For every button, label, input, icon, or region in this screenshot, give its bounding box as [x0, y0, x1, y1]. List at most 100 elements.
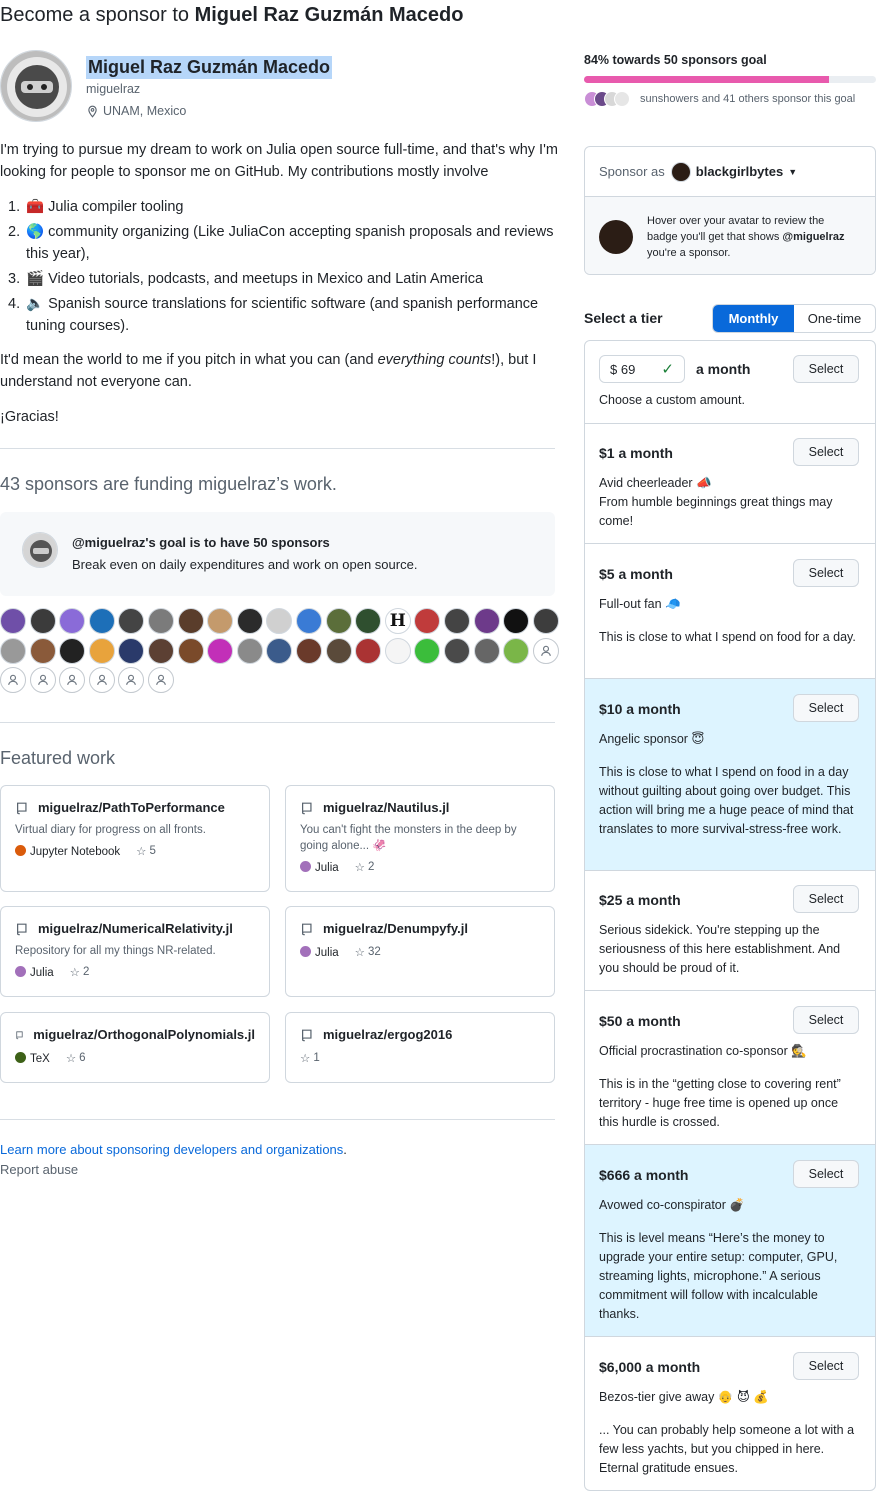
- repo-description: Repository for all my things NR-related.: [15, 945, 216, 957]
- sponsor-avatar[interactable]: [355, 608, 382, 634]
- sponsor-avatar[interactable]: [443, 608, 470, 634]
- sponsor-avatar-placeholder[interactable]: [88, 667, 115, 694]
- select-button[interactable]: Select: [793, 438, 859, 466]
- goal-box: [0, 512, 555, 596]
- sponsor-avatar[interactable]: H: [384, 608, 411, 634]
- select-button[interactable]: Select: [793, 355, 859, 383]
- sponsor-avatar[interactable]: [414, 608, 441, 634]
- bio-item: 3. 🎬 Video tutorials, podcasts, and meetu…: [8, 271, 484, 287]
- sponsor-avatar[interactable]: [118, 608, 145, 634]
- sponsor-avatar[interactable]: [207, 608, 234, 634]
- person-icon: [37, 674, 48, 686]
- sponsor-avatar[interactable]: [177, 637, 204, 664]
- repo-name[interactable]: miguelraz/OrthogonalPolynomials.jl: [33, 1027, 255, 1042]
- sponsor-avatar[interactable]: [147, 637, 174, 664]
- select-button[interactable]: Select: [793, 1160, 859, 1188]
- sponsor-avatar[interactable]: [355, 637, 382, 664]
- report-abuse-link[interactable]: Report abuse: [0, 1162, 78, 1177]
- custom-amount-input[interactable]: $ 69 ✓: [599, 355, 685, 383]
- sponsor-avatar[interactable]: [266, 608, 293, 634]
- sponsor-avatar[interactable]: [384, 637, 411, 664]
- sponsor-avatar[interactable]: [236, 608, 263, 634]
- sponsor-avatar[interactable]: [443, 637, 470, 664]
- repo-stars[interactable]: ☆ 5: [136, 844, 156, 858]
- sponsor-avatar[interactable]: [118, 637, 145, 664]
- select-button[interactable]: Select: [793, 1352, 859, 1380]
- repo-name[interactable]: miguelraz/Nautilus.jl: [323, 800, 449, 815]
- tier-price: $1 a month: [599, 445, 673, 461]
- repo-card[interactable]: miguelraz/NumericalRelativity.jl Reposit…: [0, 906, 270, 997]
- sponsor-avatar[interactable]: [295, 637, 322, 664]
- sponsor-avatar[interactable]: [266, 637, 293, 664]
- sponsor-avatar[interactable]: [295, 608, 322, 634]
- featured-heading: Featured work: [0, 748, 116, 768]
- sponsor-avatar[interactable]: [0, 608, 26, 634]
- repo-name[interactable]: miguelraz/NumericalRelativity.jl: [38, 921, 233, 936]
- repo-card[interactable]: miguelraz/Denumpyfy.jl Julia ☆ 32: [285, 906, 555, 997]
- sponsor-avatar[interactable]: [532, 608, 559, 634]
- location-pin-icon: [88, 105, 97, 118]
- profile-name[interactable]: Miguel Raz Guzmán Macedo: [86, 56, 333, 79]
- bio-list: 1. 🧰 Julia compiler tooling 2. 🌎 community…: [8, 196, 558, 340]
- sponsor-avatar[interactable]: [236, 637, 263, 664]
- bio-intro: I'm trying to pursue my dream to work on…: [0, 142, 558, 180]
- sponsor-avatar[interactable]: [503, 608, 530, 634]
- select-button[interactable]: Select: [793, 694, 859, 722]
- repo-card[interactable]: miguelraz/PathToPerformance Virtual diar…: [0, 785, 270, 892]
- select-button[interactable]: Select: [793, 885, 859, 913]
- select-button[interactable]: Select: [793, 559, 859, 587]
- sponsor-avatar[interactable]: [147, 608, 174, 634]
- repo-card[interactable]: miguelraz/Nautilus.jl You can't fight th…: [285, 785, 555, 892]
- sponsor-avatar[interactable]: [59, 608, 86, 634]
- repo-stars[interactable]: ☆ 6: [66, 1051, 86, 1065]
- sponsor-avatar[interactable]: [473, 637, 500, 664]
- repo-name[interactable]: miguelraz/PathToPerformance: [38, 800, 225, 815]
- badge-hint: Hover over your avatar to review the bad…: [647, 214, 845, 259]
- sponsor-avatar[interactable]: [207, 637, 234, 664]
- star-icon: ☆: [354, 862, 365, 874]
- select-button[interactable]: Select: [793, 1006, 859, 1034]
- sponsor-avatar-placeholder[interactable]: [532, 637, 559, 664]
- tier-description: Avowed co-conspirator 💣 This is level mea…: [599, 1198, 838, 1321]
- sponsor-avatar[interactable]: [325, 637, 352, 664]
- sponsor-avatar-placeholder[interactable]: [59, 667, 86, 694]
- sponsor-avatar-placeholder[interactable]: [147, 667, 174, 694]
- sponsor-avatar[interactable]: [473, 608, 500, 634]
- sponsor-avatar[interactable]: [59, 637, 86, 664]
- repo-card[interactable]: miguelraz/OrthogonalPolynomials.jl TeX ☆ 6: [0, 1012, 270, 1083]
- bio-gracias: ¡Gracias!: [0, 409, 59, 425]
- learn-more-link[interactable]: Learn more about sponsoring developers a…: [0, 1142, 347, 1157]
- repo-stars[interactable]: ☆ 32: [355, 945, 381, 959]
- goal-title: @miguelraz's goal is to have 50 sponsors: [72, 535, 330, 550]
- goal-sponsor-avatars[interactable]: [584, 91, 630, 107]
- monthly-tab[interactable]: Monthly: [713, 305, 794, 332]
- sponsor-account-selector[interactable]: blackgirlbytes ▼: [670, 161, 797, 182]
- repo-language: TeX: [15, 1051, 50, 1065]
- tier-5: $5 a month Select Full-out fan 🧢 This is …: [585, 544, 875, 679]
- sponsor-avatar-placeholder[interactable]: [0, 667, 26, 694]
- sponsor-avatar[interactable]: [177, 608, 204, 634]
- repo-name[interactable]: miguelraz/Denumpyfy.jl: [323, 921, 468, 936]
- star-icon: ☆: [354, 947, 365, 959]
- repo-language: Julia: [300, 945, 339, 959]
- repo-name[interactable]: miguelraz/ergog2016: [323, 1027, 452, 1042]
- sponsors-heading: 43 sponsors are funding miguelraz’s work…: [0, 474, 337, 494]
- sponsor-avatar[interactable]: [325, 608, 352, 634]
- repo-stars[interactable]: ☆ 1: [300, 1051, 320, 1065]
- sponsor-avatar-placeholder[interactable]: [118, 667, 145, 694]
- sponsor-avatar[interactable]: [414, 637, 441, 664]
- sponsor-avatar-placeholder[interactable]: [29, 667, 56, 694]
- sponsor-avatar[interactable]: [0, 637, 26, 664]
- sponsor-avatar[interactable]: [503, 637, 530, 664]
- repo-card[interactable]: miguelraz/ergog2016 ☆ 1: [285, 1012, 555, 1083]
- badge-preview-avatar[interactable]: [599, 219, 633, 254]
- repo-stars[interactable]: ☆ 2: [355, 860, 375, 874]
- tier-50: $50 a month Select Official procrastinat…: [585, 991, 875, 1145]
- sponsor-avatar[interactable]: [88, 608, 115, 634]
- profile-avatar[interactable]: [0, 50, 72, 122]
- sponsor-avatar[interactable]: [88, 637, 115, 664]
- repo-stars[interactable]: ☆ 2: [70, 965, 90, 979]
- sponsor-avatar[interactable]: [29, 637, 56, 664]
- one-time-tab[interactable]: One-time: [794, 305, 875, 332]
- sponsor-avatar[interactable]: [29, 608, 56, 634]
